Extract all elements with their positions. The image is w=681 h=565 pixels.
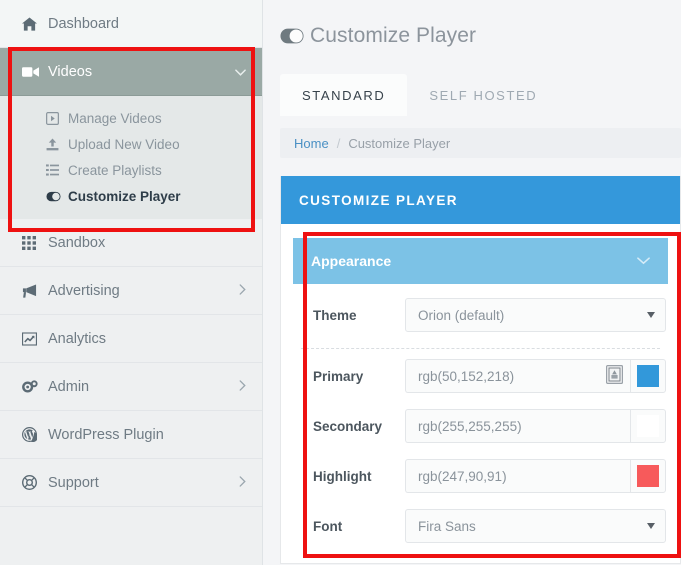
theme-select-value: Orion (default) [418, 307, 505, 323]
appearance-accordion-title: Appearance [311, 253, 392, 270]
secondary-color-value: rgb(255,255,255) [418, 418, 522, 434]
sidebar-item-admin-label: Admin [48, 378, 90, 395]
gears-icon [22, 379, 48, 394]
sidebar-item-dashboard-label: Dashboard [48, 15, 119, 32]
primary-swatch-cell[interactable] [630, 359, 666, 394]
sidebar-item-wordpress-plugin[interactable]: WordPress Plugin [0, 411, 262, 459]
sidebar-item-videos-label: Videos [48, 63, 93, 80]
chevron-right-icon [239, 380, 246, 393]
chevron-right-icon [239, 284, 246, 297]
sidebar-item-analytics[interactable]: Analytics [0, 315, 262, 363]
highlight-color-value: rgb(247,90,91) [418, 468, 507, 484]
sidebar-item-dashboard[interactable]: Dashboard [0, 0, 262, 48]
sidebar-item-support-label: Support [48, 474, 99, 491]
sidebar-subitem-manage-videos[interactable]: Manage Videos [0, 105, 262, 131]
sidebar-item-wordpress-plugin-label: WordPress Plugin [48, 426, 164, 443]
sidebar-item-analytics-label: Analytics [48, 330, 107, 347]
sidebar-subitem-create-playlists[interactable]: Create Playlists [0, 157, 262, 183]
primary-color-swatch [637, 365, 659, 388]
tab-bar: STANDARD SELF HOSTED [272, 74, 681, 117]
field-row-secondary: Secondary rgb(255,255,255) [293, 401, 668, 451]
chevron-right-icon [239, 476, 246, 489]
home-icon [22, 16, 48, 31]
secondary-color-swatch [637, 415, 659, 438]
sidebar-item-support[interactable]: Support [0, 459, 262, 507]
section-divider [301, 348, 660, 350]
sidebar: Dashboard Videos Manage Videos Upload Ne… [0, 0, 263, 565]
lifebuoy-icon [22, 475, 48, 490]
sidebar-subitem-create-playlists-label: Create Playlists [68, 162, 162, 178]
play-box-icon [46, 111, 68, 125]
megaphone-icon [22, 283, 48, 298]
videos-submenu: Manage Videos Upload New Video Create Pl… [0, 96, 262, 219]
tab-standard-label: STANDARD [302, 87, 386, 103]
toggle-switch-icon [280, 28, 304, 44]
video-camera-icon [22, 66, 48, 78]
page-title-text: Customize Player [310, 24, 477, 48]
secondary-color-input[interactable]: rgb(255,255,255) [405, 409, 630, 444]
highlight-color-control: rgb(247,90,91) [405, 459, 666, 494]
panel-body: Appearance Theme Orion (default) Primary… [281, 224, 680, 563]
primary-color-control: rgb(50,152,218) [405, 359, 666, 394]
chart-line-icon [22, 331, 48, 346]
font-select-value: Fira Sans [418, 518, 476, 534]
app-root: Dashboard Videos Manage Videos Upload Ne… [0, 0, 681, 565]
sidebar-item-advertising-label: Advertising [48, 282, 120, 299]
grid-icon [22, 235, 48, 250]
primary-color-value: rgb(50,152,218) [418, 368, 515, 384]
secondary-color-control: rgb(255,255,255) [405, 409, 666, 444]
chevron-down-icon [637, 254, 650, 268]
chevron-down-icon [647, 523, 655, 530]
font-label: Font [313, 518, 343, 534]
breadcrumb-separator: / [336, 135, 341, 151]
customize-player-panel: CUSTOMIZE PLAYER Appearance Theme Orion … [280, 176, 681, 565]
sidebar-subitem-customize-player[interactable]: Customize Player [0, 183, 262, 209]
field-row-highlight: Highlight rgb(247,90,91) [293, 451, 668, 501]
tab-standard[interactable]: STANDARD [280, 74, 408, 117]
sidebar-item-advertising[interactable]: Advertising [0, 267, 262, 315]
breadcrumb: Home / Customize Player [280, 128, 681, 159]
sidebar-subitem-upload-new-video[interactable]: Upload New Video [0, 131, 262, 157]
sidebar-subitem-upload-new-video-label: Upload New Video [68, 136, 180, 152]
field-row-primary: Primary rgb(50,152,218) [293, 351, 668, 401]
wordpress-icon [22, 427, 48, 442]
upload-icon [46, 137, 68, 151]
primary-label: Primary [313, 368, 364, 384]
page-title: Customize Player [272, 14, 681, 58]
chevron-down-icon [235, 66, 246, 78]
sidebar-item-sandbox-label: Sandbox [48, 234, 106, 251]
secondary-swatch-cell[interactable] [630, 409, 666, 444]
breadcrumb-home-link[interactable]: Home [294, 136, 329, 151]
sidebar-item-sandbox[interactable]: Sandbox [0, 219, 262, 267]
toggle-icon [46, 191, 68, 202]
sidebar-item-videos[interactable]: Videos [0, 48, 262, 96]
main-content: Customize Player STANDARD SELF HOSTED Ho… [272, 0, 681, 565]
highlight-swatch-cell[interactable] [630, 459, 666, 494]
sidebar-item-admin[interactable]: Admin [0, 363, 262, 411]
theme-label: Theme [313, 307, 357, 323]
panel-header-title: CUSTOMIZE PLAYER [299, 192, 458, 208]
highlight-color-swatch [637, 465, 659, 488]
field-row-theme: Theme Orion (default) [293, 284, 668, 346]
list-icon [46, 164, 68, 176]
highlight-label: Highlight [313, 468, 372, 484]
breadcrumb-current: Customize Player [348, 135, 451, 151]
highlight-color-input[interactable]: rgb(247,90,91) [405, 459, 630, 494]
field-row-font: Font Fira Sans [293, 501, 668, 551]
primary-color-input[interactable]: rgb(50,152,218) [405, 359, 630, 394]
color-picker-icon[interactable] [606, 365, 624, 387]
appearance-accordion-header[interactable]: Appearance [293, 238, 668, 285]
tab-self-hosted-label: SELF HOSTED [429, 87, 538, 103]
tab-self-hosted[interactable]: SELF HOSTED [407, 74, 559, 116]
sidebar-subitem-customize-player-label: Customize Player [68, 188, 181, 204]
panel-header: CUSTOMIZE PLAYER [281, 176, 680, 225]
sidebar-subitem-manage-videos-label: Manage Videos [68, 110, 162, 126]
font-select[interactable]: Fira Sans [405, 509, 666, 544]
chevron-down-icon [647, 312, 655, 319]
secondary-label: Secondary [313, 418, 383, 434]
theme-select[interactable]: Orion (default) [405, 298, 666, 333]
